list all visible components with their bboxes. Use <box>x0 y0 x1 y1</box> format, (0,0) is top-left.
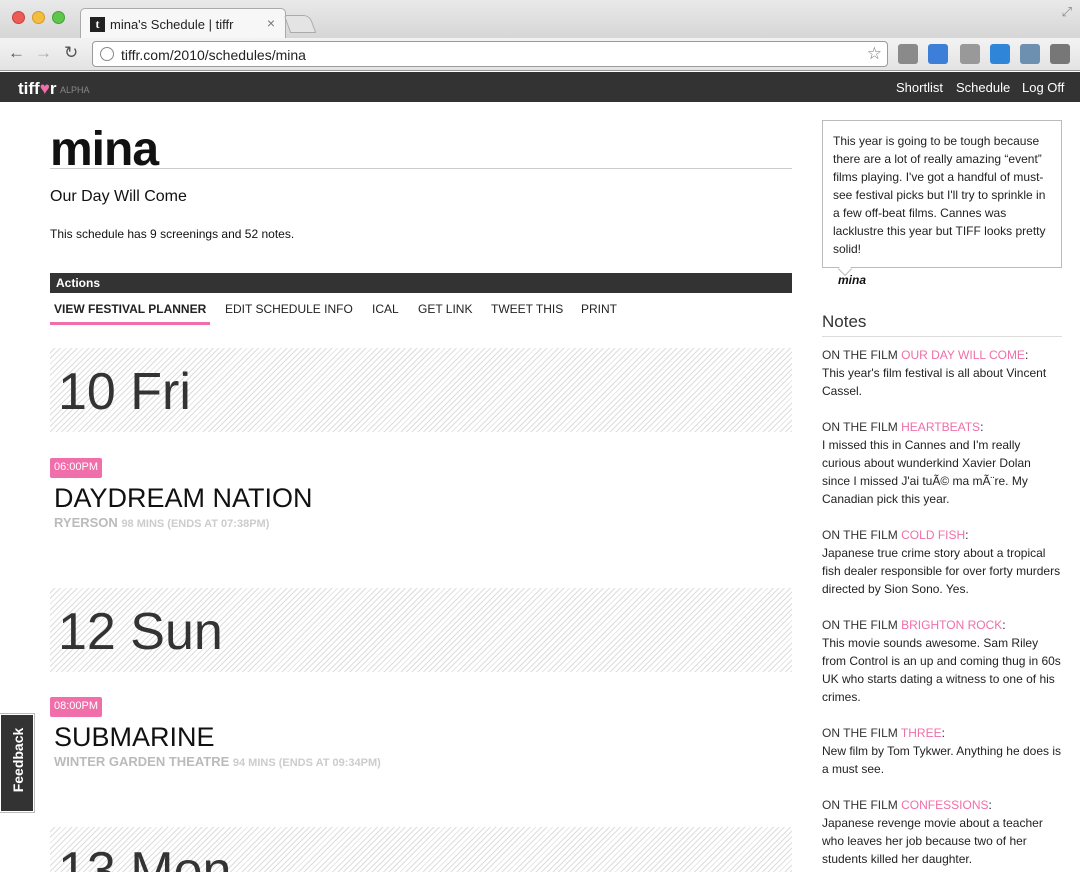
note-text: This movie sounds awesome. Sam Riley fro… <box>822 636 1061 704</box>
note-prefix: ON THE FILM <box>822 528 898 542</box>
bubble-author[interactable]: mina <box>838 273 866 287</box>
screening-duration: 94 MINS (ENDS AT 09:34PM) <box>232 757 381 769</box>
screening-time-badge: 06:00PM <box>50 458 103 478</box>
note-item: ON THE FILM HEARTBEATS: I missed this in … <box>822 420 1031 506</box>
screening-film-title[interactable]: SUBMARINE <box>54 722 215 753</box>
feedback-tab[interactable]: Feedback <box>0 713 35 813</box>
note-prefix: ON THE FILM <box>822 798 898 812</box>
nav-link-shortlist[interactable]: Shortlist <box>896 80 943 95</box>
action-view-festival-planner[interactable]: VIEW FESTIVAL PLANNER <box>50 302 211 325</box>
tab-title: mina's Schedule | tiffr <box>110 17 234 32</box>
minimize-window-button[interactable] <box>32 11 45 24</box>
notes-heading: Notes <box>822 312 1062 337</box>
browser-tab-active[interactable]: t mina's Schedule | tiffr × <box>80 8 286 38</box>
note-prefix: ON THE FILM <box>822 420 898 434</box>
new-tab-button[interactable] <box>283 15 317 33</box>
screening-time-badge: 08:00PM <box>50 697 103 717</box>
reload-button[interactable]: ↻ <box>64 43 78 63</box>
screening-film-title[interactable]: DAYDREAM NATION <box>54 483 313 514</box>
feedback-label: Feedback <box>10 727 26 793</box>
schedule-summary: This schedule has 9 screenings and 52 no… <box>50 227 295 241</box>
tiffr-logo[interactable]: tiff♥r <box>18 79 56 99</box>
site-navbar: tiff♥r ALPHA Shortlist Schedule Log Off <box>0 72 1080 102</box>
note-film-link[interactable]: BRIGHTON ROCK <box>901 618 1002 632</box>
day-label: 10 Fri <box>58 363 191 421</box>
note-item: ON THE FILM CONFESSIONS: Japanese revenge… <box>822 798 1043 866</box>
globe-icon <box>100 47 114 61</box>
note-prefix: ON THE FILM <box>822 618 898 632</box>
wrench-icon[interactable] <box>1050 44 1070 64</box>
note-text: Japanese revenge movie about a teacher w… <box>822 816 1043 866</box>
note-film-link[interactable]: CONFESSIONS <box>901 798 988 812</box>
day-header: 13 Mon <box>50 827 792 872</box>
gear-icon[interactable] <box>960 44 980 64</box>
note-film-link[interactable]: COLD FISH <box>901 528 965 542</box>
note-text: I missed this in Cannes and I'm really c… <box>822 438 1031 506</box>
action-edit-schedule-info[interactable]: EDIT SCHEDULE INFO <box>225 302 353 316</box>
close-tab-icon[interactable]: × <box>267 15 275 31</box>
action-get-link[interactable]: GET LINK <box>418 302 472 316</box>
title-divider <box>50 168 792 169</box>
schedule-description-bubble: This year is going to be tough because t… <box>822 120 1062 268</box>
note-item: ON THE FILM COLD FISH: Japanese true crim… <box>822 528 1061 596</box>
address-url[interactable]: tiffr.com/2010/schedules/mina <box>121 47 306 63</box>
close-window-button[interactable] <box>12 11 25 24</box>
address-bar[interactable]: tiffr.com/2010/schedules/mina ☆ <box>92 41 888 67</box>
day-label: 12 Sun <box>58 603 223 661</box>
nav-link-log-off[interactable]: Log Off <box>1022 80 1064 95</box>
note-text: This year's film festival is all about V… <box>822 366 1047 398</box>
forward-button[interactable]: → <box>35 43 52 63</box>
note-film-link[interactable]: OUR DAY WILL COME <box>901 348 1025 362</box>
heart-icon: ♥ <box>39 79 50 98</box>
tiffr-favicon-icon: t <box>90 17 105 32</box>
action-print[interactable]: PRINT <box>581 302 617 316</box>
note-text: Japanese true crime story about a tropic… <box>822 546 1061 596</box>
action-tweet-this[interactable]: TWEET THIS <box>491 302 563 316</box>
screening-meta: RYERSON 98 MINS (ENDS AT 07:38PM) <box>54 515 269 530</box>
tag-icon[interactable] <box>898 44 918 64</box>
note-film-link[interactable]: THREE <box>901 726 942 740</box>
note-item: ON THE FILM BRIGHTON ROCK: This movie sou… <box>822 618 1061 704</box>
screening-meta: WINTER GARDEN THEATRE 94 MINS (ENDS AT 0… <box>54 754 381 769</box>
browser-tabstrip: t mina's Schedule | tiffr × ⤢ <box>0 0 1080 38</box>
note-film-link[interactable]: HEARTBEATS <box>901 420 980 434</box>
action-ical[interactable]: ICAL <box>372 302 399 316</box>
eyedropper-icon[interactable] <box>1020 44 1040 64</box>
back-button[interactable]: ← <box>8 43 25 63</box>
schedule-subtitle: Our Day Will Come <box>50 188 187 205</box>
day-label: 13 Mon <box>58 842 232 872</box>
day-header: 10 Fri <box>50 348 792 432</box>
actions-heading: Actions <box>50 273 792 293</box>
note-item: ON THE FILM OUR DAY WILL COME: This year'… <box>822 348 1047 398</box>
window-icon[interactable] <box>928 44 948 64</box>
screening-venue: WINTER GARDEN THEATRE <box>54 754 230 769</box>
alpha-badge: ALPHA <box>60 85 90 95</box>
note-text: New film by Tom Tykwer. Anything he does… <box>822 744 1061 776</box>
day-header: 12 Sun <box>50 588 792 672</box>
zoom-window-button[interactable] <box>52 11 65 24</box>
picture-icon[interactable] <box>990 44 1010 64</box>
screening-venue: RYERSON <box>54 515 118 530</box>
note-item: ON THE FILM THREE: New film by Tom Tykwer… <box>822 726 1061 776</box>
browser-toolbar: ← → ↻ tiffr.com/2010/schedules/mina ☆ <box>0 38 1080 71</box>
note-prefix: ON THE FILM <box>822 348 898 362</box>
nav-link-schedule[interactable]: Schedule <box>956 80 1010 95</box>
screening-duration: 98 MINS (ENDS AT 07:38PM) <box>121 518 270 530</box>
fullscreen-icon[interactable]: ⤢ <box>1062 4 1072 20</box>
bookmark-star-icon[interactable]: ☆ <box>867 44 882 64</box>
note-prefix: ON THE FILM <box>822 726 898 740</box>
